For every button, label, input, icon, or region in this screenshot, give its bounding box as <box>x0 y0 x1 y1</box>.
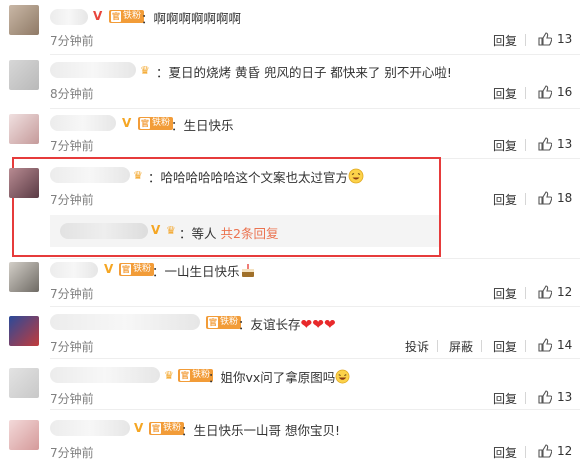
like-icon[interactable] <box>538 285 552 299</box>
like-count: 12 <box>557 444 573 458</box>
fan-badge: 官铁粉 <box>119 263 155 276</box>
like-icon[interactable] <box>538 85 552 99</box>
like-icon[interactable] <box>538 444 552 458</box>
divider-bar <box>525 287 526 299</box>
more-replies-link[interactable]: 共2条回复 <box>221 226 279 241</box>
divider-bar <box>525 392 526 404</box>
laugh-emoji-icon <box>335 369 350 384</box>
divider-bar <box>525 193 526 205</box>
blurred-username[interactable] <box>50 167 130 183</box>
crown-icon: ♛ <box>166 224 176 237</box>
comment-text: ：啊啊啊啊啊啊啊 <box>141 11 242 26</box>
like-count: 14 <box>557 338 573 352</box>
blurred-username[interactable] <box>50 314 200 330</box>
avatar[interactable] <box>9 5 39 35</box>
comment-text: ：夏日的烧烤 黄昏 兜风的日子 都快来了 别不开心啦! <box>156 65 452 80</box>
verified-v-icon: V <box>151 223 161 237</box>
blurred-username[interactable] <box>50 262 98 278</box>
reply-button[interactable]: 回复 <box>493 137 517 154</box>
reply-button[interactable]: 回复 <box>493 285 517 302</box>
verified-v-icon: V <box>104 262 114 276</box>
comment-item: V 官铁粉 ：一山生日快乐 7分钟前 回复 12 <box>0 259 580 307</box>
fan-badge: 官铁粉 <box>138 117 174 130</box>
crown-icon: ♛ <box>133 169 143 182</box>
avatar[interactable] <box>9 368 39 398</box>
divider-bar <box>525 139 526 151</box>
blurred-username[interactable] <box>50 420 130 436</box>
like-icon[interactable] <box>538 338 552 352</box>
like-icon[interactable] <box>538 191 552 205</box>
avatar[interactable] <box>9 114 39 144</box>
reply-button[interactable]: 回复 <box>493 32 517 49</box>
avatar[interactable] <box>9 168 39 198</box>
comment-text: ：生日快乐一山哥 想你宝贝! <box>181 423 341 438</box>
comment-text: ：友谊长存❤❤❤ <box>238 317 336 333</box>
reply-button[interactable]: 回复 <box>493 444 517 461</box>
divider-bar <box>525 446 526 458</box>
comment-time: 7分钟前 <box>50 340 94 354</box>
cake-icon <box>241 264 254 277</box>
reply-button[interactable]: 回复 <box>493 390 517 407</box>
verified-v-icon: V <box>93 9 103 23</box>
comment-item: ♛ ：夏日的烧烤 黄昏 兜风的日子 都快来了 别不开心啦! 8分钟前 回复 16 <box>0 55 580 105</box>
comment-text: ：哈哈哈哈哈哈这个文案也太过官方 <box>148 167 364 186</box>
like-count: 13 <box>557 390 573 404</box>
crown-icon: ♛ <box>140 64 150 77</box>
blurred-username[interactable] <box>50 62 136 78</box>
verified-v-icon: V <box>134 421 144 435</box>
like-count: 12 <box>557 285 573 299</box>
comment-item: V 官铁粉 ：生日快乐 7分钟前 回复 13 <box>0 109 580 159</box>
comment-item: V 官铁粉 ：生日快乐一山哥 想你宝贝! 7分钟前 回复 12 <box>0 410 580 466</box>
comment-time: 7分钟前 <box>50 193 94 207</box>
fan-badge: 官铁粉 <box>109 10 145 23</box>
blurred-username[interactable] <box>50 367 160 383</box>
like-count: 18 <box>557 191 573 205</box>
like-count: 13 <box>557 32 573 46</box>
comment-text: ：姐你vx问了拿原图吗 <box>208 367 350 386</box>
block-button[interactable]: 屏蔽 <box>449 338 473 355</box>
reply-button[interactable]: 回复 <box>493 85 517 102</box>
divider-bar <box>525 34 526 46</box>
comment-time: 7分钟前 <box>50 287 94 301</box>
blurred-username[interactable] <box>50 9 88 25</box>
avatar[interactable] <box>9 316 39 346</box>
sub-reply-box: V ♛ ：等人 共2条回复 <box>50 215 439 247</box>
comment-item: ♛ 官铁粉 ：姐你vx问了拿原图吗 7分钟前 回复 13 <box>0 359 580 409</box>
comment-text: ：生日快乐 <box>171 118 234 133</box>
divider-bar <box>525 87 526 99</box>
reply-button[interactable]: 回复 <box>493 338 517 355</box>
fan-badge: 官铁粉 <box>149 422 185 435</box>
comment-text: ：一山生日快乐 <box>152 261 256 280</box>
comment-time: 7分钟前 <box>50 392 94 406</box>
comment-item: V 官铁粉 ：啊啊啊啊啊啊啊 7分钟前 回复 13 <box>0 0 580 50</box>
comment-time: 7分钟前 <box>50 446 94 460</box>
like-count: 13 <box>557 137 573 151</box>
like-icon[interactable] <box>538 32 552 46</box>
crown-icon: ♛ <box>164 369 174 382</box>
avatar[interactable] <box>9 420 39 450</box>
divider-bar <box>481 340 482 352</box>
reply-button[interactable]: 回复 <box>493 191 517 208</box>
heart-icon: ❤❤❤ <box>300 317 336 333</box>
laugh-emoji-icon <box>348 168 364 184</box>
comment-time: 8分钟前 <box>50 87 94 101</box>
verified-v-icon: V <box>122 116 132 130</box>
blurred-username[interactable] <box>50 115 116 131</box>
blurred-username[interactable] <box>60 223 148 239</box>
like-icon[interactable] <box>538 390 552 404</box>
like-count: 16 <box>557 85 573 99</box>
fan-badge: 官铁粉 <box>206 316 242 329</box>
comment-time: 7分钟前 <box>50 34 94 48</box>
report-button[interactable]: 投诉 <box>405 338 429 355</box>
comment-time: 7分钟前 <box>50 139 94 153</box>
like-icon[interactable] <box>538 137 552 151</box>
avatar[interactable] <box>9 60 39 90</box>
avatar[interactable] <box>9 262 39 292</box>
comment-item: 官铁粉 ：友谊长存❤❤❤ 7分钟前 投诉 屏蔽 回复 14 <box>0 307 580 357</box>
sub-reply-text: ：等人 共2条回复 <box>179 226 279 241</box>
divider-bar <box>437 340 438 352</box>
divider-bar <box>525 340 526 352</box>
